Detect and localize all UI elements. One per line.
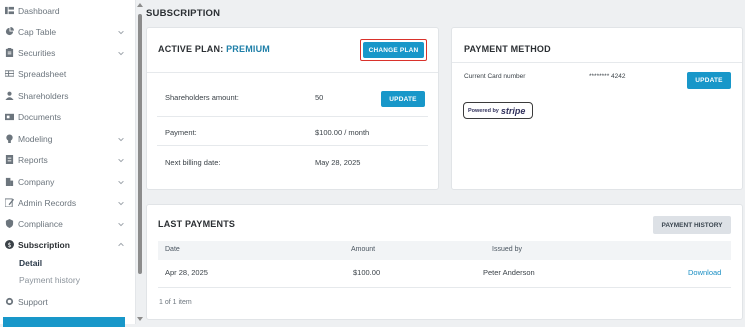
powered-by-stripe-badge[interactable]: Powered by stripe <box>463 102 533 119</box>
divider <box>158 287 731 288</box>
folder-icon <box>5 113 14 121</box>
dashboard-icon <box>5 6 14 15</box>
divider <box>452 62 742 63</box>
sidebar-item-securities[interactable]: Securities <box>0 43 134 63</box>
chevron-down-icon <box>118 51 124 56</box>
payment-method-title: PAYMENT METHOD <box>464 44 551 54</box>
sidebar-item-label: Modeling <box>18 134 53 144</box>
powered-by-label: Powered by <box>468 107 499 114</box>
active-plan-title: ACTIVE PLAN: PREMIUM <box>158 44 270 54</box>
payment-label: Payment: <box>165 128 197 137</box>
sidebar-item-label: Securities <box>18 48 56 58</box>
payments-table-header <box>158 241 731 260</box>
scrollbar-thumb[interactable] <box>138 14 142 274</box>
chevron-up-icon <box>118 242 124 247</box>
svg-text:$: $ <box>7 242 11 249</box>
sidebar-item-admin-records[interactable]: Admin Records <box>0 193 134 213</box>
sidebar-item-dashboard[interactable]: Dashboard <box>0 1 134 21</box>
next-billing-label: Next billing date: <box>165 158 221 167</box>
edit-icon <box>5 198 14 207</box>
row-date: Apr 28, 2025 <box>165 268 208 277</box>
column-header-issued-by[interactable]: Issued by <box>492 246 522 253</box>
sidebar-item-label: Documents <box>18 112 61 122</box>
sidebar-subitem-detail[interactable]: Detail <box>19 258 42 268</box>
scroll-up-arrow-icon[interactable] <box>137 2 143 8</box>
sidebar-subitem-payment-history[interactable]: Payment history <box>19 275 80 285</box>
payment-method-card: PAYMENT METHOD Current Card number *****… <box>451 27 743 190</box>
user-icon <box>5 91 14 100</box>
sidebar-item-documents[interactable]: Documents <box>0 107 134 127</box>
support-icon <box>5 297 14 306</box>
chevron-down-icon <box>118 158 124 163</box>
active-plan-label: ACTIVE PLAN: <box>158 44 224 54</box>
dollar-icon: $ <box>5 240 14 249</box>
chevron-down-icon <box>118 222 124 227</box>
plan-name: PREMIUM <box>226 44 271 54</box>
sidebar: Dashboard Cap Table Securities Spreadshe… <box>0 0 136 327</box>
current-card-label: Current Card number <box>464 73 526 80</box>
building-icon <box>5 177 14 186</box>
sidebar-item-spreadsheet[interactable]: Spreadsheet <box>0 64 134 84</box>
payment-history-button[interactable]: PAYMENT HISTORY <box>653 216 731 234</box>
sidebar-item-label: Cap Table <box>18 27 57 37</box>
download-link[interactable]: Download <box>688 268 721 277</box>
divider <box>157 145 428 146</box>
divider <box>157 116 428 117</box>
last-payments-title: LAST PAYMENTS <box>158 219 236 229</box>
sidebar-scrollbar[interactable] <box>137 0 143 324</box>
change-plan-button[interactable]: CHANGE PLAN <box>363 42 424 58</box>
report-icon <box>5 155 14 164</box>
pagination-info: 1 of 1 item <box>159 299 192 306</box>
divider <box>147 72 438 73</box>
next-billing-value: May 28, 2025 <box>315 158 361 167</box>
shareholders-amount-label: Shareholders amount: <box>165 93 239 102</box>
update-card-button[interactable]: UPDATE <box>687 72 731 89</box>
sidebar-item-label: Reports <box>18 155 48 165</box>
last-payments-card: LAST PAYMENTS PAYMENT HISTORY Date Amoun… <box>146 204 743 320</box>
shareholders-amount-value: 50 <box>315 93 324 102</box>
payment-value: $100.00 / month <box>315 128 370 137</box>
scroll-down-arrow-icon[interactable] <box>137 316 143 322</box>
sidebar-item-compliance[interactable]: Compliance <box>0 214 134 234</box>
sidebar-item-label: Subscription <box>18 240 70 250</box>
sidebar-item-reports[interactable]: Reports <box>0 150 134 170</box>
column-header-date[interactable]: Date <box>165 246 180 253</box>
sidebar-item-label: Spreadsheet <box>18 69 67 79</box>
sidebar-item-label: Admin Records <box>18 198 77 208</box>
sidebar-item-label: Compliance <box>18 219 63 229</box>
row-amount: $100.00 <box>353 268 381 277</box>
sidebar-item-shareholders[interactable]: Shareholders <box>0 86 134 106</box>
sidebar-active-footer[interactable] <box>3 317 125 327</box>
shield-icon <box>5 219 14 228</box>
row-issued-by: Peter Anderson <box>483 268 535 277</box>
active-plan-card: ACTIVE PLAN: PREMIUM CHANGE PLAN Shareho… <box>146 27 439 190</box>
sidebar-item-label: Dashboard <box>18 6 60 16</box>
stripe-logo: stripe <box>500 105 526 116</box>
chevron-down-icon <box>118 30 124 35</box>
sidebar-item-support[interactable]: Support <box>0 292 134 312</box>
sidebar-item-subscription[interactable]: $ Subscription <box>0 235 134 255</box>
chevron-down-icon <box>118 137 124 142</box>
sidebar-item-company[interactable]: Company <box>0 172 134 192</box>
chevron-down-icon <box>118 180 124 185</box>
sidebar-item-label: Company <box>18 177 55 187</box>
spreadsheet-icon <box>5 70 14 77</box>
sidebar-item-label: Support <box>18 297 48 307</box>
current-card-value: ******** 4242 <box>589 73 626 80</box>
page-title: SUBSCRIPTION <box>146 8 221 19</box>
sidebar-item-label: Shareholders <box>18 91 69 101</box>
column-header-amount[interactable]: Amount <box>351 246 375 253</box>
sidebar-item-modeling[interactable]: Modeling <box>0 129 134 149</box>
update-shareholders-button[interactable]: UPDATE <box>381 91 425 107</box>
clipboard-icon <box>5 48 14 57</box>
pie-chart-icon <box>5 27 14 36</box>
sidebar-item-cap-table[interactable]: Cap Table <box>0 22 134 42</box>
chevron-down-icon <box>118 201 124 206</box>
lightbulb-icon <box>6 134 13 143</box>
